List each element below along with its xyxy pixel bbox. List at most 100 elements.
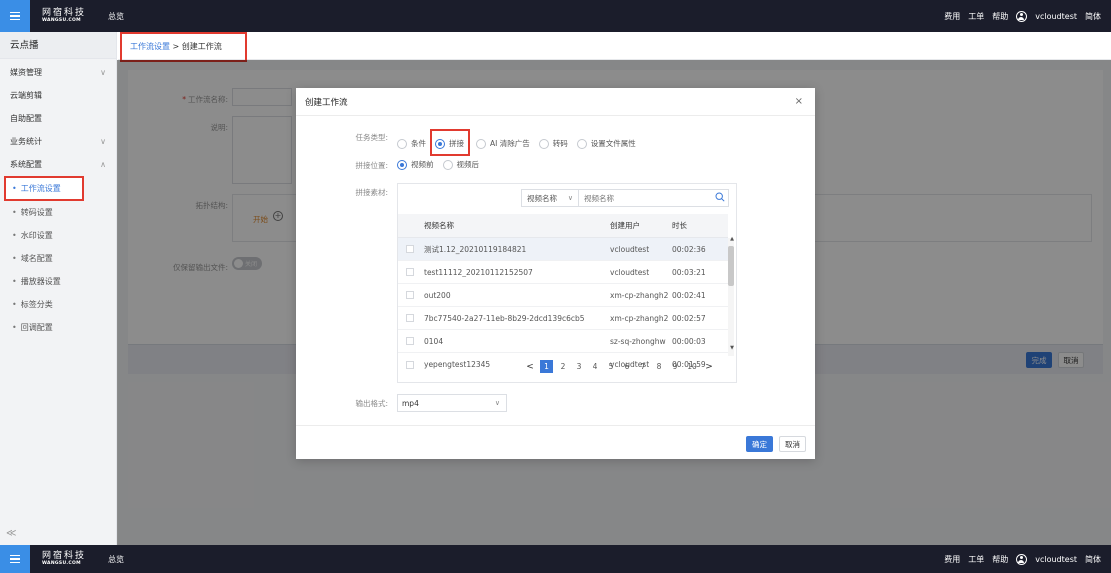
logo-cn: 网宿科技: [42, 7, 87, 18]
sidebar-subitem-transcode[interactable]: 转码设置: [0, 201, 116, 224]
breadcrumb-parent-link[interactable]: 工作流设置: [130, 41, 170, 52]
prev-page-icon[interactable]: <: [522, 362, 538, 372]
language-switch[interactable]: 简体: [1085, 11, 1101, 22]
sidebar-item-label: 云端剪辑: [10, 91, 42, 100]
material-picker: 视频名称 ∨ 视频名称 创建用户 时长 测试1.12_2021011918482…: [397, 183, 737, 383]
search-input[interactable]: [579, 189, 729, 207]
cell-video-name: 测试1.12_20210119184821: [424, 244, 527, 254]
output-format-select[interactable]: mp4 ∨: [397, 394, 507, 412]
close-icon[interactable]: ×: [795, 96, 803, 107]
row-checkbox[interactable]: [406, 291, 414, 299]
ticket-link[interactable]: 工单: [968, 11, 984, 22]
sidebar-item-cloud-edit[interactable]: 云端剪辑: [0, 84, 116, 107]
page-1[interactable]: 1: [540, 360, 553, 373]
top-bar: 网宿科技 WANGSU.COM 总览 费用 工单 帮助 vcloudtest 简…: [0, 0, 1111, 32]
page-3[interactable]: 3: [571, 362, 587, 371]
table-row[interactable]: test11112_20210112152507 vcloudtest 00:0…: [398, 261, 728, 284]
modal-footer: 确定 取消: [296, 425, 815, 459]
radio-splice[interactable]: 拼接: [430, 129, 470, 156]
page-5[interactable]: 5: [603, 362, 619, 371]
output-format-label: 输出格式:: [355, 399, 388, 408]
top-right-nav: 费用 工单 帮助 vcloudtest 简体: [944, 545, 1101, 573]
page-4[interactable]: 4: [587, 362, 603, 371]
scroll-up-icon[interactable]: ▲: [730, 236, 734, 242]
menu-icon[interactable]: [0, 0, 30, 32]
logo-en: WANGSU.COM: [42, 17, 81, 23]
row-checkbox[interactable]: [406, 337, 414, 345]
breadcrumb-bar: 工作流设置 > 创建工作流: [118, 31, 1111, 62]
sidebar: 云点播 媒资管理 ∨ 云端剪辑 自助配置 业务统计 ∨ 系统配置 ∧ 工作流设置…: [0, 32, 117, 545]
radio-file-attributes[interactable]: 设置文件属性: [576, 138, 636, 149]
overview-link[interactable]: 总览: [108, 11, 124, 22]
row-checkbox[interactable]: [406, 268, 414, 276]
sidebar-item-self-config[interactable]: 自助配置: [0, 107, 116, 130]
row-checkbox[interactable]: [406, 245, 414, 253]
page-8[interactable]: 8: [651, 362, 667, 371]
sidebar-subitem-workflow[interactable]: 工作流设置: [4, 176, 84, 201]
breadcrumb: 工作流设置 > 创建工作流: [120, 31, 247, 62]
sidebar-subitem-tags[interactable]: 标签分类: [0, 293, 116, 316]
user-icon[interactable]: [1016, 553, 1028, 565]
radio-after-video[interactable]: 视频后: [442, 159, 479, 170]
overview-link[interactable]: 总览: [108, 554, 124, 565]
task-type-radio-group: 条件 拼接 AI 清除广告 转码 设置文件属性: [397, 129, 645, 156]
row-checkbox[interactable]: [406, 361, 414, 369]
search-field-select[interactable]: 视频名称 ∨: [521, 189, 579, 207]
row-checkbox[interactable]: [406, 314, 414, 322]
sidebar-item-label: 媒资管理: [10, 68, 42, 77]
page-9[interactable]: 9: [667, 362, 683, 371]
help-link[interactable]: 帮助: [992, 11, 1008, 22]
table-row[interactable]: 测试1.12_20210119184821 vcloudtest 00:02:3…: [398, 238, 728, 261]
sidebar-item-system-config[interactable]: 系统配置 ∧: [0, 153, 116, 176]
cell-duration: 00:02:36: [672, 244, 706, 254]
username[interactable]: vcloudtest: [1035, 555, 1077, 564]
scroll-down-icon[interactable]: ▼: [730, 345, 734, 351]
page-6[interactable]: 6: [619, 362, 635, 371]
radio-transcode[interactable]: 转码: [538, 138, 568, 149]
cell-video-name: test11112_20210112152507: [424, 267, 533, 277]
sidebar-subitem-watermark[interactable]: 水印设置: [0, 224, 116, 247]
page-2[interactable]: 2: [555, 362, 571, 371]
logo-en: WANGSU.COM: [42, 560, 81, 566]
collapse-sidebar-icon[interactable]: ≪: [6, 528, 16, 539]
sidebar-subitem-callback[interactable]: 回调配置: [0, 316, 116, 339]
modal-title: 创建工作流: [305, 97, 348, 108]
search-icon[interactable]: [715, 192, 725, 202]
sidebar-subitem-domain[interactable]: 域名配置: [0, 247, 116, 270]
output-format-value: mp4: [402, 398, 419, 408]
radio-before-video[interactable]: 视频前: [397, 159, 434, 170]
ticket-link[interactable]: 工单: [968, 554, 984, 565]
language-switch[interactable]: 简体: [1085, 554, 1101, 565]
logo[interactable]: 网宿科技 WANGSU.COM: [42, 7, 87, 24]
scrollbar-thumb[interactable]: [728, 246, 734, 286]
logo[interactable]: 网宿科技 WANGSU.COM: [42, 551, 86, 567]
radio-checked-icon: [397, 159, 407, 170]
next-page-icon[interactable]: >: [701, 362, 717, 372]
modal-cancel-button[interactable]: 取消: [779, 436, 806, 452]
table-row[interactable]: 0104 sz-sq-zhonghw 00:00:03: [398, 330, 728, 353]
radio-condition[interactable]: 条件: [397, 138, 426, 149]
col-creator: 创建用户: [610, 221, 640, 230]
table-row[interactable]: out200 xm-cp-zhangh2 00:02:41: [398, 284, 728, 307]
username[interactable]: vcloudtest: [1035, 12, 1077, 21]
cell-creator: vcloudtest: [610, 267, 650, 277]
cell-creator: xm-cp-zhangh2: [610, 313, 669, 323]
user-icon[interactable]: [1016, 10, 1028, 22]
billing-link[interactable]: 费用: [944, 11, 960, 22]
table-scrollbar[interactable]: [728, 238, 734, 356]
sidebar-item-stats[interactable]: 业务统计 ∨: [0, 130, 116, 153]
page-10[interactable]: 10: [683, 362, 701, 371]
help-link[interactable]: 帮助: [992, 554, 1008, 565]
position-radio-group: 视频前 视频后: [397, 159, 488, 170]
page-7[interactable]: 7: [635, 362, 651, 371]
table-row[interactable]: 7bc77540-2a27-11eb-8b29-2dcd139c6cb5 xm-…: [398, 307, 728, 330]
sidebar-item-media[interactable]: 媒资管理 ∨: [0, 61, 116, 84]
create-workflow-modal: 创建工作流 × 任务类型: 条件 拼接 AI 清除广告 转码 设置文件属性 拼接…: [296, 88, 815, 459]
radio-ai-ad-removal[interactable]: AI 清除广告: [476, 138, 530, 149]
menu-icon[interactable]: [0, 545, 30, 573]
task-type-label: 任务类型:: [355, 133, 388, 142]
cell-duration: 00:02:41: [672, 290, 706, 300]
sidebar-subitem-player[interactable]: 播放器设置: [0, 270, 116, 293]
confirm-button[interactable]: 确定: [746, 436, 773, 452]
billing-link[interactable]: 费用: [944, 554, 960, 565]
